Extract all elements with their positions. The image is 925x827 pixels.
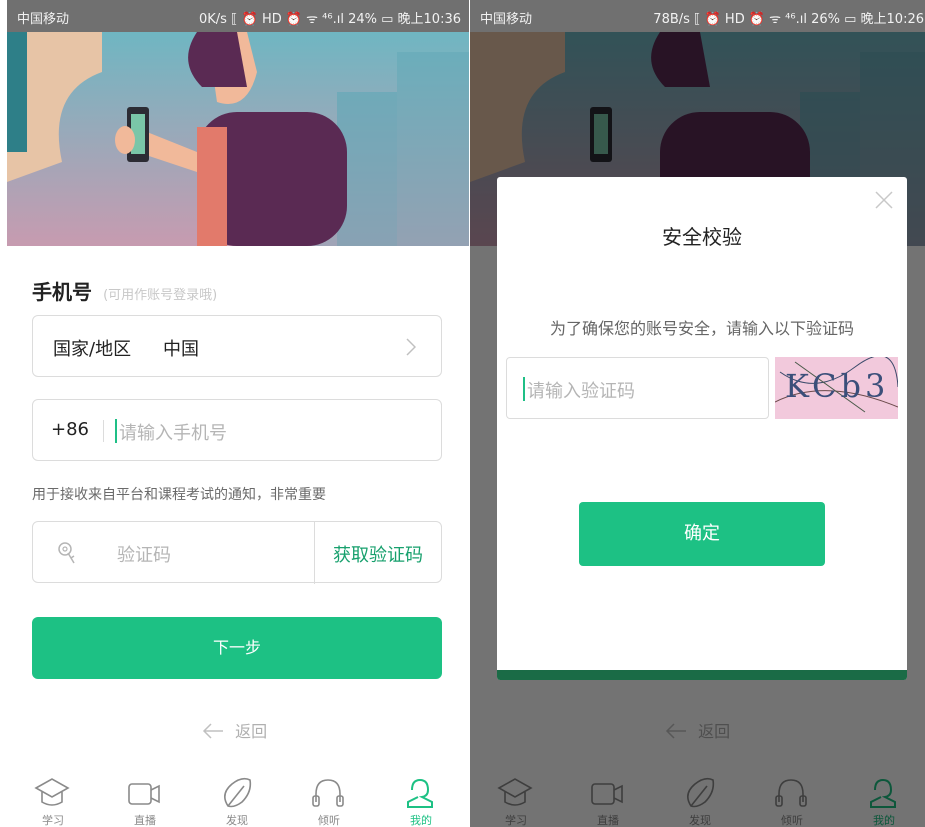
hero-illustration <box>7 32 469 246</box>
close-icon[interactable] <box>875 191 893 209</box>
tab-listen[interactable]: 倾听 <box>283 760 375 827</box>
captcha-input-field[interactable]: 请输入验证码 <box>506 357 769 419</box>
back-label: 返回 <box>235 722 268 741</box>
notice-text: 用于接收来自平台和课程考试的通知，非常重要 <box>32 487 326 503</box>
captcha-text: KCb3 <box>785 367 890 405</box>
status-bar: 中国移动 0K/s ⟦ ⏰ HD ⏰ ᯤ ⁴⁶.ıl 24% ▭ 晚上10:36 <box>7 0 469 32</box>
tab-label: 倾听 <box>318 814 340 827</box>
headphones-icon <box>312 779 344 807</box>
prefix-divider <box>103 420 104 442</box>
video-camera-icon <box>128 783 160 805</box>
captcha-image[interactable]: KCb3 <box>775 357 898 419</box>
bottom-tab-bar: 学习 直播 发现 倾听 我的 <box>7 760 469 827</box>
dialog-message: 为了确保您的账号安全，请输入以下验证码 <box>549 319 854 338</box>
phone-label: 手机号 <box>32 280 92 304</box>
region-label: 国家/地区 <box>53 339 132 360</box>
carrier-name: 中国移动 <box>480 12 533 27</box>
tab-discover[interactable]: 发现 <box>191 760 283 827</box>
key-icon <box>58 542 75 564</box>
tab-me[interactable]: 我的 <box>375 760 467 827</box>
region-value: 中国 <box>163 339 199 360</box>
login-screen: 中国移动 0K/s ⟦ ⏰ HD ⏰ ᯤ ⁴⁶.ıl 24% ▭ 晚上10:36… <box>7 0 469 827</box>
phone-input[interactable]: 请输入手机号 <box>119 419 227 445</box>
verification-code-field: 验证码 获取验证码 <box>32 521 442 584</box>
get-code-button[interactable]: 获取验证码 <box>315 541 441 567</box>
user-icon <box>407 778 433 808</box>
phone-label-row: 手机号 (可用作账号登录哦) <box>32 276 217 305</box>
status-bar: 中国移动 78B/s ⟦ ⏰ HD ⏰ ᯤ ⁴⁶.ıl 26% ▭ 晚上10:2… <box>470 0 925 32</box>
tab-learning[interactable]: 学习 <box>7 760 99 827</box>
phone-prefix: +86 <box>51 419 89 440</box>
security-check-dialog: 安全校验 为了确保您的账号安全，请输入以下验证码 请输入验证码 KCb3 确定 <box>497 177 907 680</box>
status-info: 0K/s ⟦ ⏰ HD ⏰ ᯤ ⁴⁶.ıl 24% ▭ 晚上10:36 <box>198 12 461 27</box>
phone-field[interactable]: +86 请输入手机号 <box>32 399 442 461</box>
tab-live[interactable]: 直播 <box>99 760 191 827</box>
carrier-name: 中国移动 <box>17 12 70 27</box>
code-input[interactable]: 验证码 <box>117 541 171 567</box>
dialog-bottom-bar <box>497 670 907 680</box>
text-cursor <box>523 377 525 401</box>
next-button[interactable]: 下一步 <box>32 617 442 679</box>
captcha-input[interactable]: 请输入验证码 <box>527 377 635 403</box>
region-selector[interactable]: 国家/地区 中国 <box>32 315 442 377</box>
tab-label: 学习 <box>42 814 64 827</box>
text-cursor <box>115 419 117 443</box>
tab-label: 直播 <box>134 814 156 827</box>
compass-icon <box>224 777 252 808</box>
arrow-left-icon <box>202 723 223 739</box>
dialog-title: 安全校验 <box>662 225 742 249</box>
chevron-right-icon <box>406 338 416 356</box>
tab-label: 我的 <box>410 814 432 827</box>
back-link[interactable]: 返回 <box>202 718 267 742</box>
graduation-cap-icon <box>34 778 70 806</box>
confirm-button[interactable]: 确定 <box>579 502 825 566</box>
captcha-screen: 中国移动 78B/s ⟦ ⏰ HD ⏰ ᯤ ⁴⁶.ıl 26% ▭ 晚上10:2… <box>470 0 925 827</box>
tab-label: 发现 <box>226 814 248 827</box>
status-info: 78B/s ⟦ ⏰ HD ⏰ ᯤ ⁴⁶.ıl 26% ▭ 晚上10:26 <box>653 12 924 27</box>
phone-hint: (可用作账号登录哦) <box>103 288 218 303</box>
